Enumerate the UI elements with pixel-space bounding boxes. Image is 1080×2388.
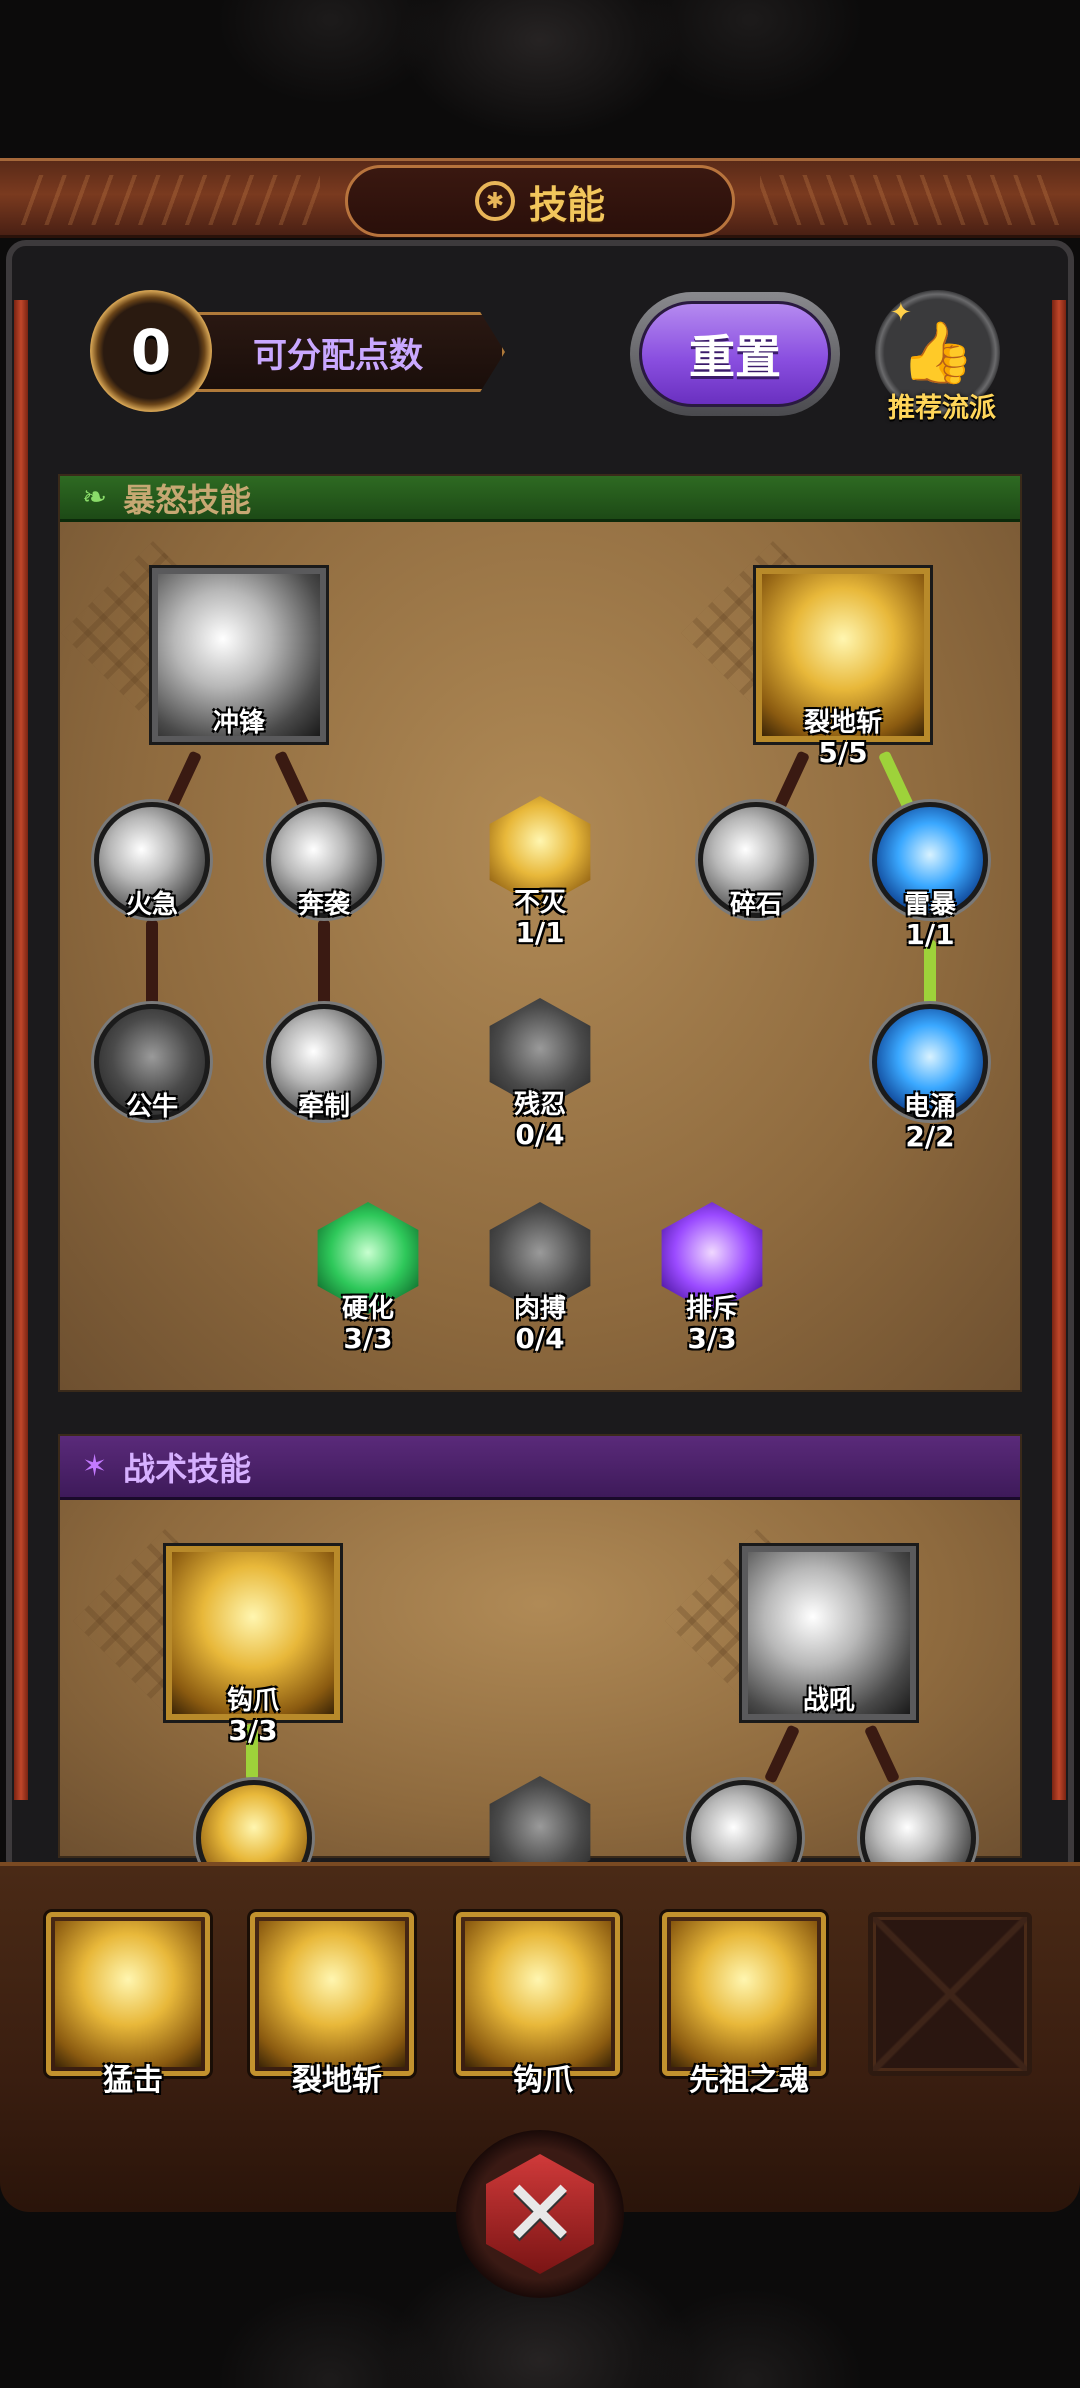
skill-node-charge[interactable]: 冲锋 (152, 568, 326, 742)
skill-node-rush[interactable]: 火急 (94, 802, 210, 920)
skill-level: 0/4 (515, 1118, 565, 1151)
reset-button[interactable]: 重置 (630, 292, 840, 416)
skill-node-warcry[interactable]: 战吼 (742, 1546, 916, 1720)
equipped-slot-1[interactable]: 猛击 (46, 1912, 210, 2098)
skill-level: 0/4 (515, 1322, 565, 1355)
skill-name: 火急 (125, 890, 178, 920)
skill-node-cruel[interactable]: 残忍 0/4 (484, 998, 596, 1151)
equipped-slot-2[interactable]: 裂地斩 (250, 1912, 414, 2098)
tactic-section-title: 战术技能 (123, 1449, 252, 1488)
skill-node-bull[interactable]: 公牛 (94, 1004, 210, 1122)
background-ornament-top (0, 0, 1080, 160)
title-wing-right (760, 175, 1060, 225)
page-title: 技能 (528, 182, 605, 227)
skill-level: 1/1 (515, 916, 565, 949)
skill-node-hookclaw[interactable]: 钩爪 3/3 (166, 1546, 340, 1747)
ancestor-soul-skill-icon (671, 1921, 817, 2067)
hookclaw-skill-icon (465, 1921, 611, 2067)
rage-section-icon: ❧ (82, 480, 108, 515)
equipped-slot-empty[interactable] (868, 1912, 1032, 2076)
rage-section-title: 暴怒技能 (123, 480, 252, 519)
title-bar: ✱ 技能 (0, 158, 1080, 238)
skill-node-repel[interactable]: 排斥 3/3 (656, 1202, 768, 1355)
skill-node-harden[interactable]: 硬化 3/3 (312, 1202, 424, 1355)
skill-node-immortal[interactable]: 不灭 1/1 (484, 796, 596, 949)
equipped-slot-3[interactable]: 钩爪 (456, 1912, 620, 2098)
frame-side-left (14, 300, 28, 1800)
reset-button-face: 重置 (639, 301, 831, 407)
close-icon: ✕ (501, 2160, 579, 2267)
earthsplit-skill-icon (259, 1921, 405, 2067)
points-label: 可分配点数 (253, 335, 423, 376)
skill-emblem-icon: ✱ (474, 181, 515, 221)
skill-node-gravel[interactable]: 碎石 (698, 802, 814, 920)
skill-node-melee[interactable]: 肉搏 0/4 (484, 1202, 596, 1355)
skill-name: 残忍 (513, 1090, 566, 1120)
points-value: 0 (130, 317, 172, 385)
skill-name: 牵制 (297, 1092, 350, 1122)
tactic-section-header: ✶ 战术技能 (60, 1436, 1020, 1500)
skill-name: 碎石 (729, 890, 782, 920)
points-label-plate: 可分配点数 (195, 312, 505, 392)
recommend-build-button[interactable]: 👍 ✦ 推荐流派 (870, 290, 1010, 430)
tactic-section-icon: ✶ (82, 1449, 108, 1484)
slot-label: 钩爪 (513, 2063, 573, 2098)
skill-level: 3/3 (687, 1322, 737, 1355)
skill-level: 5/5 (818, 736, 868, 769)
skill-name: 公牛 (125, 1092, 178, 1122)
slot-label: 先祖之魂 (689, 2063, 809, 2098)
skill-level: 3/3 (343, 1322, 393, 1355)
skill-name: 钩爪 (226, 1686, 279, 1716)
skill-name: 肉搏 (513, 1294, 566, 1324)
skill-name: 硬化 (341, 1294, 394, 1324)
skill-name: 战吼 (802, 1686, 855, 1716)
slot-label: 裂地斩 (292, 2063, 382, 2098)
slot-label: 猛击 (103, 2063, 163, 2098)
skill-node-surge[interactable]: 电涌 2/2 (872, 1004, 988, 1153)
equipped-slot-4[interactable]: 先祖之魂 (662, 1912, 826, 2098)
skill-level: 1/1 (905, 918, 955, 951)
reset-label: 重置 (689, 330, 781, 384)
skill-name: 裂地斩 (803, 708, 882, 738)
skill-name: 奔袭 (297, 890, 350, 920)
skill-name: 排斥 (685, 1294, 738, 1324)
skill-name: 冲锋 (212, 708, 265, 738)
smash-skill-icon (55, 1921, 201, 2067)
skill-level: 2/2 (905, 1120, 955, 1153)
points-counter: 0 (90, 290, 212, 412)
skill-name: 电涌 (903, 1092, 956, 1122)
title-plate: ✱ 技能 (345, 165, 735, 237)
skill-node-earthsplit[interactable]: 裂地斩 5/5 (756, 568, 930, 769)
close-button[interactable]: ✕ (456, 2130, 624, 2298)
skill-node-assault[interactable]: 奔袭 (266, 802, 382, 920)
recommend-label: 推荐流派 (888, 393, 996, 424)
skill-node-restrain[interactable]: 牵制 (266, 1004, 382, 1122)
title-wing-left (20, 175, 320, 225)
empty-slot-icon (873, 1917, 1027, 2071)
skill-name: 雷暴 (903, 890, 956, 920)
skill-node-thunderstorm[interactable]: 雷暴 1/1 (872, 802, 988, 951)
sparkle-icon: ✦ (890, 298, 912, 328)
rage-section-header: ❧ 暴怒技能 (60, 476, 1020, 522)
close-hex: ✕ (486, 2154, 594, 2274)
skill-name: 不灭 (513, 888, 566, 918)
skill-level: 3/3 (228, 1714, 278, 1747)
frame-side-right (1052, 300, 1066, 1800)
